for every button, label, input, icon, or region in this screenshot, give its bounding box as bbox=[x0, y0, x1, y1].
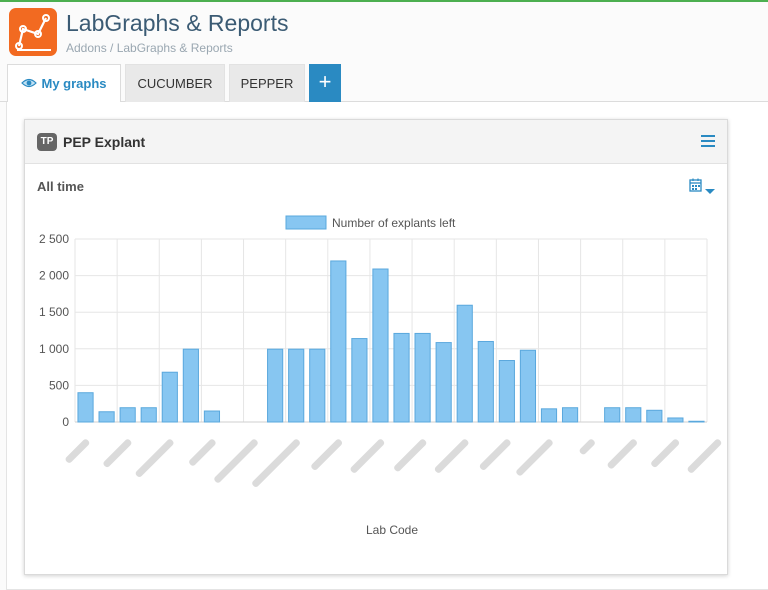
y-tick-label: 2 000 bbox=[39, 269, 69, 283]
x-tick-label bbox=[214, 439, 258, 483]
bar[interactable] bbox=[646, 409, 663, 423]
x-tick-label bbox=[350, 439, 385, 473]
bar[interactable] bbox=[456, 304, 473, 423]
bar[interactable] bbox=[414, 332, 431, 423]
x-tick-label bbox=[311, 439, 343, 470]
x-axis-labels bbox=[65, 439, 722, 487]
tab-label: PEPPER bbox=[240, 76, 294, 91]
y-tick-label: 2 500 bbox=[39, 232, 69, 246]
bar[interactable] bbox=[688, 420, 705, 423]
x-tick-label bbox=[687, 439, 722, 473]
app-title: LabGraphs & Reports bbox=[66, 10, 289, 36]
bar[interactable] bbox=[604, 407, 621, 423]
x-tick-label bbox=[135, 439, 174, 478]
bar[interactable] bbox=[519, 349, 537, 423]
legend-label: Number of explants left bbox=[332, 216, 456, 230]
x-tick-label bbox=[651, 439, 680, 468]
bar[interactable] bbox=[77, 392, 94, 423]
y-tick-label: 1 000 bbox=[39, 342, 69, 356]
bar[interactable] bbox=[288, 348, 305, 423]
x-axis-title: Lab Code bbox=[366, 523, 418, 537]
line-graph-icon[interactable] bbox=[9, 8, 57, 56]
x-tick-label bbox=[189, 439, 216, 466]
bar[interactable] bbox=[561, 407, 579, 423]
bar-chart: 0 500 1 000 1 500 2 000 2 500 Number of expla… bbox=[39, 215, 722, 537]
tab-label: My graphs bbox=[41, 76, 107, 91]
y-tick-label: 1 500 bbox=[39, 305, 69, 319]
y-tick-label: 500 bbox=[49, 378, 69, 392]
bar[interactable] bbox=[161, 371, 178, 423]
graph-card: TP PEP Explant All time 0 500 1 000 1 500 bbox=[24, 119, 728, 575]
bar[interactable] bbox=[477, 340, 494, 423]
x-tick-label bbox=[607, 439, 637, 469]
eye-icon bbox=[21, 66, 38, 104]
tab-pepper[interactable]: PEPPER bbox=[229, 64, 305, 102]
bar[interactable] bbox=[330, 260, 347, 423]
tab-bar: My graphs CUCUMBER PEPPER + bbox=[0, 63, 768, 103]
bar[interactable] bbox=[351, 338, 368, 423]
bar[interactable] bbox=[98, 411, 115, 423]
bar[interactable] bbox=[372, 268, 389, 423]
bar[interactable] bbox=[435, 342, 452, 423]
x-tick-label bbox=[434, 439, 469, 473]
add-tab-button[interactable]: + bbox=[309, 64, 341, 102]
bar[interactable] bbox=[540, 408, 558, 423]
chart-bars bbox=[77, 260, 705, 423]
tab-cucumber[interactable]: CUCUMBER bbox=[125, 64, 225, 102]
legend-swatch bbox=[285, 215, 327, 230]
bar[interactable] bbox=[119, 407, 136, 423]
breadcrumb[interactable]: Addons / LabGraphs & Reports bbox=[66, 41, 233, 55]
x-tick-label bbox=[394, 439, 427, 472]
tab-label: CUCUMBER bbox=[137, 76, 213, 91]
bar[interactable] bbox=[203, 410, 221, 423]
bar[interactable] bbox=[625, 407, 642, 423]
y-tick-label: 0 bbox=[62, 415, 69, 429]
bar[interactable] bbox=[267, 348, 284, 423]
bar[interactable] bbox=[182, 348, 199, 423]
x-tick-label bbox=[516, 439, 553, 476]
bar[interactable] bbox=[393, 332, 410, 423]
x-tick-label bbox=[479, 439, 511, 470]
tab-my-graphs[interactable]: My graphs bbox=[7, 64, 121, 103]
bar[interactable] bbox=[140, 407, 157, 423]
x-tick-label bbox=[252, 439, 300, 487]
x-tick-label bbox=[103, 439, 132, 468]
bar[interactable] bbox=[667, 417, 684, 423]
bar[interactable] bbox=[309, 348, 326, 423]
x-tick-label bbox=[65, 439, 90, 463]
x-tick-label bbox=[579, 439, 595, 455]
bar[interactable] bbox=[498, 360, 515, 423]
app-header: LabGraphs & Reports Addons / LabGraphs &… bbox=[0, 2, 768, 62]
chart-legend[interactable]: Number of explants left bbox=[285, 215, 456, 230]
